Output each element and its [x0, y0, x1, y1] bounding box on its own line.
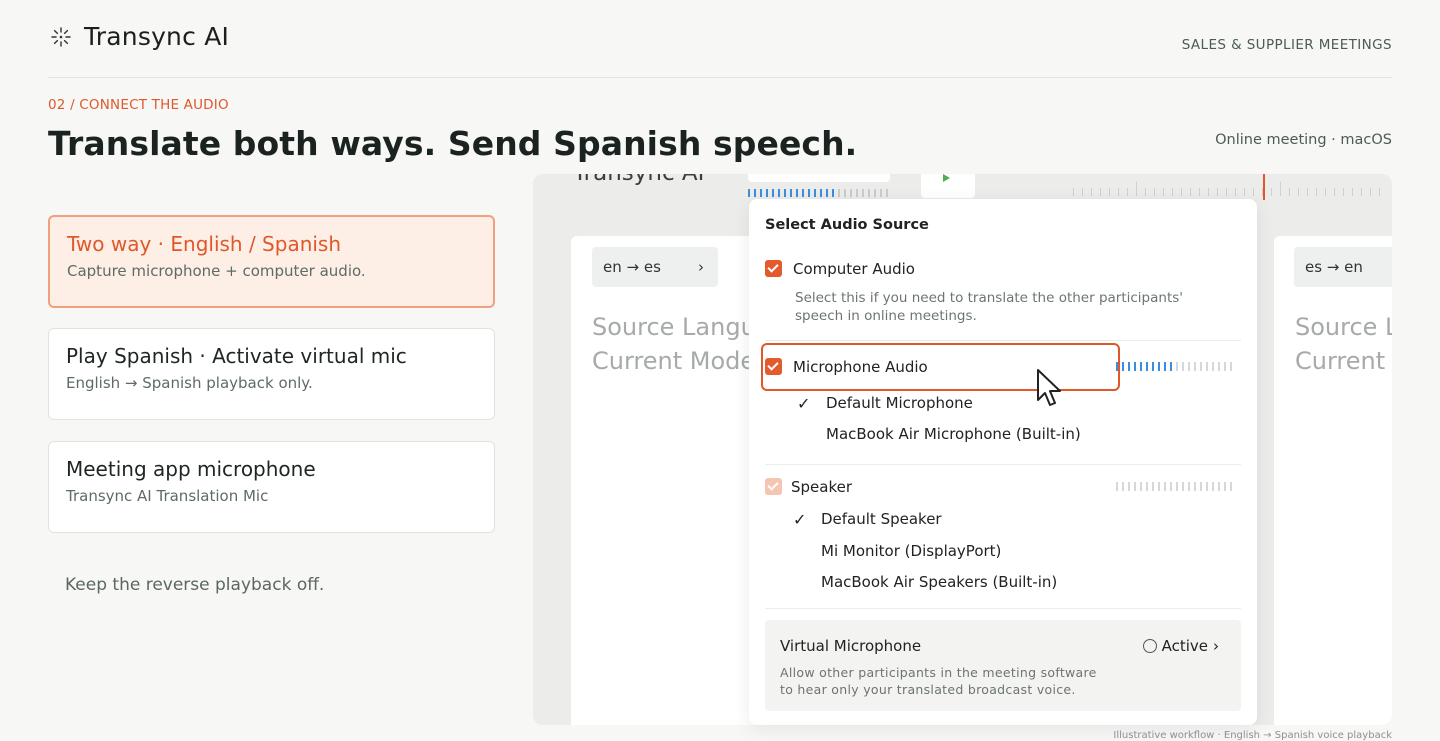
speaker-checkbox[interactable] [765, 478, 782, 495]
lang-selector[interactable]: es → en [1294, 247, 1392, 287]
footer-caption: Illustrative workflow · English → Spanis… [1113, 730, 1392, 741]
page-title: Translate both ways. Send Spanish speech… [48, 124, 858, 163]
mock-level-meter [748, 189, 888, 197]
computer-audio-desc: speech in online meetings. [795, 308, 977, 324]
sparkle-grid-icon [51, 26, 71, 47]
popover-title: Select Audio Source [765, 217, 929, 233]
speaker-level-meter [1116, 482, 1232, 491]
check-icon: ✓ [793, 510, 807, 529]
mock-app-title: Transync AI [573, 174, 704, 186]
play-button[interactable] [921, 174, 975, 198]
translation-panel-left: en → es › Source Langu Current Mode [571, 236, 761, 725]
playhead[interactable] [1263, 174, 1265, 200]
check-icon: ✓ [797, 394, 811, 413]
option-title: Play Spanish · Activate virtual mic [66, 344, 407, 368]
speaker-option[interactable]: MacBook Air Speakers (Built-in) [821, 573, 1057, 591]
speaker-label: Speaker [791, 478, 853, 496]
virtual-mic-section: Virtual Microphone Active › Allow other … [765, 620, 1241, 711]
mock-toolbar: Transync AI [533, 174, 1392, 200]
lang-selector[interactable]: en → es › [592, 247, 718, 287]
option-subtitle: Capture microphone + computer audio. [67, 262, 366, 280]
option-title: Meeting app microphone [66, 457, 316, 481]
chevron-right-icon: › [698, 258, 704, 276]
computer-audio-desc: Select this if you need to translate the… [795, 290, 1183, 306]
divider [765, 340, 1241, 341]
brand: Transync AI [50, 22, 229, 51]
mic-option[interactable]: MacBook Air Microphone (Built-in) [826, 425, 1081, 443]
divider [765, 464, 1241, 465]
microphone-level-meter [1116, 362, 1232, 371]
lang-pair: en → es [603, 258, 661, 276]
option-subtitle: English → Spanish playback only. [66, 374, 313, 392]
header-divider [48, 77, 1392, 78]
brand-name: Transync AI [84, 22, 230, 51]
header-tag: SALES & SUPPLIER MEETINGS [1181, 37, 1392, 53]
virtual-mic-desc-line: to hear only your translated broadcast v… [780, 682, 1076, 697]
hint-note: Keep the reverse playback off. [65, 575, 325, 595]
microphone-audio-label: Microphone Audio [793, 358, 928, 376]
lang-pair: es → en [1305, 258, 1363, 276]
virtual-mic-title: Virtual Microphone [780, 637, 922, 655]
speaker-option[interactable]: Mi Monitor (DisplayPort) [821, 542, 1001, 560]
translation-panel-right: es → en Source L Current M [1274, 236, 1392, 725]
placeholder-source: Source Langu [592, 313, 756, 341]
microphone-audio-checkbox[interactable] [765, 358, 782, 375]
step-label: 02 / CONNECT THE AUDIO [48, 97, 229, 113]
placeholder-mode: Current M [1295, 347, 1392, 375]
option-title: Two way · English / Spanish [67, 232, 342, 256]
placeholder-mode: Current Mode [592, 347, 756, 375]
virtual-mic-desc-line: Allow other participants in the meeting … [780, 665, 1097, 680]
option-play-spanish[interactable]: Play Spanish · Activate virtual mic Engl… [48, 328, 495, 420]
divider [765, 608, 1241, 609]
platform-meta: Online meeting · macOS [1215, 132, 1392, 148]
computer-audio-checkbox[interactable] [765, 260, 782, 277]
computer-audio-label: Computer Audio [793, 260, 915, 278]
virtual-mic-toggle[interactable]: Active › [1142, 637, 1219, 655]
mock-input [748, 174, 890, 182]
option-two-way[interactable]: Two way · English / Spanish Capture micr… [48, 215, 495, 308]
audio-source-popover: Select Audio Source Computer Audio Selec… [749, 199, 1257, 725]
speaker-option[interactable]: Default Speaker [821, 510, 942, 528]
chevron-right-icon: › [1213, 637, 1219, 655]
virtual-mic-desc: Allow other participants in the meeting … [780, 664, 1097, 698]
option-meeting-mic[interactable]: Meeting app microphone Transync AI Trans… [48, 441, 495, 533]
option-subtitle: Transync AI Translation Mic [66, 487, 269, 505]
radio-icon [1142, 639, 1157, 653]
virtual-mic-status: Active [1161, 637, 1208, 655]
play-icon [943, 174, 950, 182]
pointer-cursor-icon [1037, 369, 1061, 406]
placeholder-source: Source L [1295, 313, 1392, 341]
mic-option[interactable]: Default Microphone [826, 394, 973, 412]
